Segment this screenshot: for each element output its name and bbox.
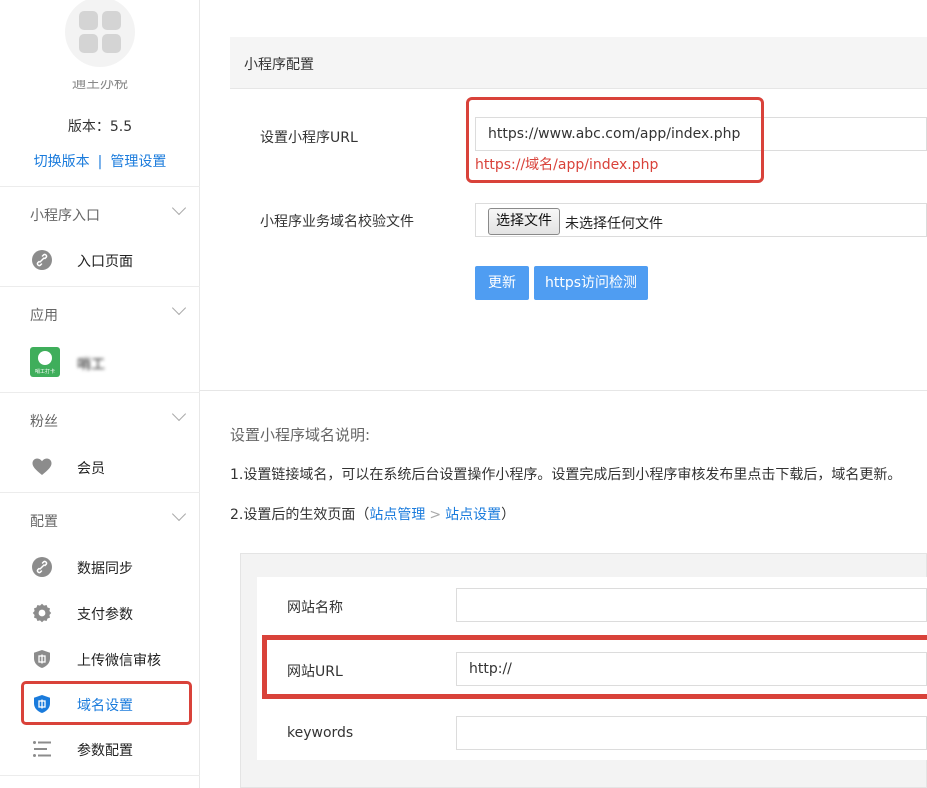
panel-title: 小程序配置 [244, 57, 314, 73]
sidebar-item-label: 参数配置 [77, 743, 133, 759]
nav-group-title: 小程序入口 [30, 208, 100, 224]
sidebar-item-wechat-review[interactable]: 上传微信审核 [0, 639, 200, 679]
link-icon [32, 250, 52, 270]
switch-version-link[interactable]: 切换版本 [34, 154, 90, 170]
sidebar-item-label: 数据同步 [77, 561, 133, 577]
list-icon [33, 741, 51, 757]
site-settings-link[interactable]: 站点设置 [445, 507, 501, 523]
chevron-down-icon[interactable] [171, 300, 187, 316]
nav-group-title: 粉丝 [30, 414, 58, 430]
no-file-text: 未选择任何文件 [565, 216, 663, 232]
manage-settings-link[interactable]: 管理设置 [110, 154, 166, 170]
site-name-label: 网站名称 [287, 600, 343, 616]
sidebar-item-label: 哨工 [77, 357, 105, 373]
nav-group-config: 配置 数据同步 支付参数 上传微信审核 域名设置 参数配置 [0, 492, 200, 788]
heart-icon [32, 458, 52, 475]
sidebar: 通王办税 版本：5.5 切换版本 | 管理设置 小程序入口 入口页面 应用 哨工打卡… [0, 0, 200, 788]
notes-line-2: 2.设置后的生效页面（站点管理 > 站点设置） [230, 507, 516, 523]
verify-file-label: 小程序业务域名校验文件 [260, 214, 414, 230]
sidebar-item-members[interactable]: 会员 [0, 447, 200, 487]
link-icon [32, 557, 52, 577]
version-label: 版本：5.5 [67, 119, 133, 135]
url-label: 设置小程序URL [260, 130, 358, 146]
sidebar-item-label: 上传微信审核 [77, 653, 161, 669]
sidebar-item-payment[interactable]: 支付参数 [0, 593, 200, 633]
nav-group-title: 应用 [30, 308, 58, 324]
sidebar-item-label: 入口页面 [77, 254, 133, 270]
chevron-down-icon[interactable] [171, 406, 187, 422]
keywords-input [456, 716, 927, 750]
notes-title: 设置小程序域名说明: [230, 426, 371, 444]
notes-line-1: 1.设置链接域名，可以在系统后台设置操作小程序。设置完成后到小程序审核发布里点击… [230, 467, 902, 483]
site-management-link[interactable]: 站点管理 [369, 507, 425, 523]
update-button[interactable]: 更新 [475, 266, 529, 300]
highlight-box [21, 681, 192, 725]
nav-group-apps: 应用 哨工打卡 哨工 [0, 286, 200, 392]
app-thumbnail: 哨工打卡 [30, 347, 60, 377]
nav-group-entry: 小程序入口 入口页面 [0, 186, 200, 286]
sidebar-item-data-sync[interactable]: 数据同步 [0, 547, 200, 587]
version-links: 切换版本 | 管理设置 [0, 151, 200, 171]
sidebar-item-app[interactable]: 哨工打卡 哨工 [0, 343, 200, 383]
choose-file-button[interactable]: 选择文件 [488, 208, 560, 235]
chevron-down-icon[interactable] [171, 200, 187, 216]
app-logo [65, 0, 135, 67]
site-name-input [456, 588, 927, 622]
link-separator: | [97, 154, 103, 170]
sidebar-item-label: 会员 [77, 461, 105, 477]
https-check-button[interactable]: https访问检测 [534, 266, 648, 300]
nav-group-fans: 粉丝 会员 [0, 392, 200, 492]
highlight-box [466, 97, 764, 183]
panel-header: 小程序配置 [230, 37, 927, 89]
shield-icon [34, 650, 50, 668]
gear-icon [32, 603, 52, 623]
chevron-down-icon[interactable] [171, 506, 187, 522]
highlight-box [262, 635, 927, 699]
sidebar-item-label: 支付参数 [77, 607, 133, 623]
nav-group-title: 配置 [30, 514, 58, 530]
breadcrumb-separator: > [429, 507, 442, 523]
sidebar-item-params[interactable]: 参数配置 [0, 729, 200, 769]
app-name: 通王办税 [72, 80, 128, 92]
sidebar-item-entry-page[interactable]: 入口页面 [0, 240, 200, 280]
keywords-label: keywords [287, 725, 354, 741]
